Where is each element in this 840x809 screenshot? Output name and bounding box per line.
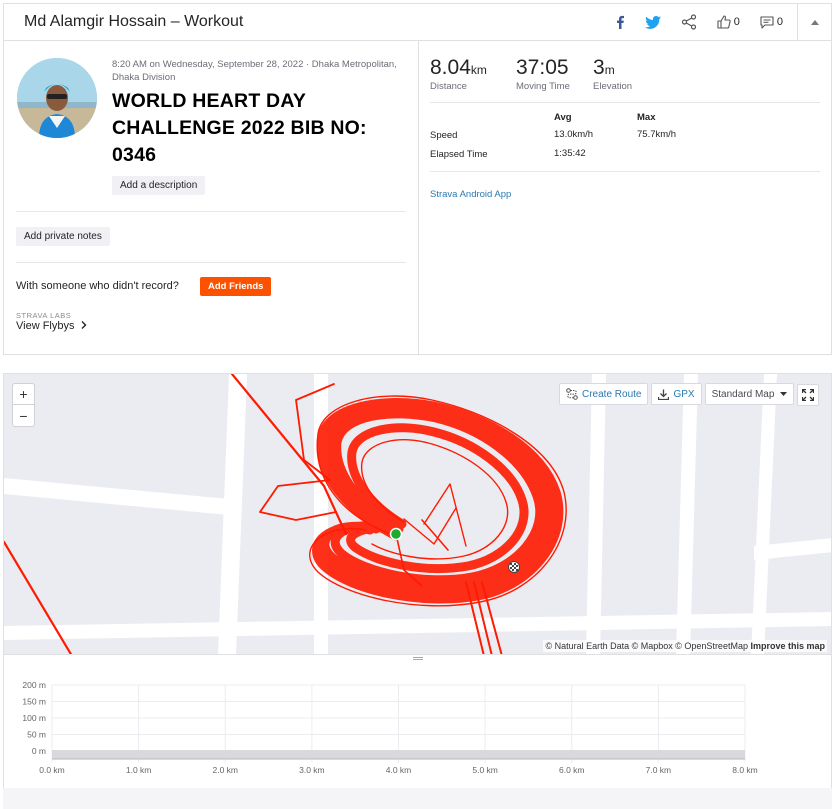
thumbs-up-icon (717, 15, 731, 29)
distance-unit: km (470, 63, 487, 77)
speed-label: Speed (430, 130, 458, 141)
kudos-count: 0 (733, 16, 740, 28)
twitter-icon (644, 15, 661, 29)
avatar-photo (17, 58, 97, 138)
map-type-label: Standard Map (711, 388, 775, 400)
chevron-right-icon (81, 321, 87, 329)
activity-details: 8:20 AM on Wednesday, September 28, 2022… (4, 41, 419, 354)
divider (16, 262, 406, 263)
with-someone-text: With someone who didn't record? (16, 280, 179, 292)
map-toolbar: Create Route GPX Standard Map (559, 383, 795, 405)
distance-value: 8.04 (430, 56, 471, 79)
speed-max: 75.7km/h (637, 129, 677, 140)
elevation-label: Elevation (593, 81, 633, 92)
x-tick-label: 0.0 km (39, 765, 65, 775)
facebook-icon (616, 15, 624, 29)
stat-distance: 8.04km Distance (430, 56, 487, 92)
athlete-avatar[interactable] (17, 58, 97, 138)
avg-header: Avg (554, 112, 572, 123)
y-tick-label: 200 m (22, 680, 46, 690)
twitter-share-button[interactable] (635, 4, 671, 40)
stat-elevation: 3m Elevation (593, 56, 632, 92)
divider (430, 171, 820, 172)
distance-label: Distance (430, 81, 467, 92)
device-link[interactable]: Strava Android App (430, 189, 511, 200)
add-description-button[interactable]: Add a description (112, 176, 206, 195)
elevation-unit: m (604, 63, 615, 77)
stat-moving-time: 37:05 Moving Time (516, 56, 570, 92)
collapse-header-button[interactable] (797, 4, 831, 40)
view-flybys-label: View Flybys (16, 320, 75, 332)
page-title: Md Alamgir Hossain – Workout (24, 13, 244, 30)
x-tick-label: 8.0 km (732, 765, 758, 775)
elevation-y-axis: 200 m 150 m 100 m 50 m 0 m (22, 680, 46, 756)
elevation-x-axis: 0.0 km 1.0 km 2.0 km 3.0 km 4.0 km 5.0 km 6.0 … (39, 765, 758, 775)
moving-time-label: Moving Time (516, 81, 570, 92)
add-private-notes-button[interactable]: Add private notes (16, 227, 110, 246)
elapsed-time-label: Elapsed Time (430, 149, 488, 160)
divider (430, 102, 820, 103)
download-icon (658, 389, 670, 400)
x-tick-label: 5.0 km (472, 765, 498, 775)
route-icon (566, 388, 578, 400)
resize-handle[interactable] (3, 655, 832, 663)
x-tick-label: 4.0 km (386, 765, 412, 775)
max-header: Max (637, 112, 656, 123)
elevation-profile (52, 750, 745, 759)
route-track (4, 374, 567, 654)
zoom-in-button[interactable]: + (13, 384, 34, 405)
zoom-control: + − (12, 383, 35, 427)
divider (16, 211, 406, 212)
create-route-label: Create Route (582, 388, 642, 400)
x-tick-label: 7.0 km (646, 765, 672, 775)
activity-stats: 8.04km Distance 37:05 Moving Time 3m Ele… (430, 41, 822, 354)
improve-map-link[interactable]: Improve this map (750, 641, 825, 651)
activity-summary: 8:20 AM on Wednesday, September 28, 2022… (3, 41, 832, 355)
comments-button[interactable]: 0 (750, 4, 793, 40)
x-tick-label: 6.0 km (559, 765, 585, 775)
attribution-text: © Natural Earth Data © Mapbox © OpenStre… (545, 641, 751, 651)
elevation-value: 3 (593, 56, 605, 79)
x-tick-label: 2.0 km (212, 765, 238, 775)
route-loops-dense (312, 398, 564, 604)
elapsed-time-value: 1:35:42 (554, 148, 586, 159)
gpx-download-button[interactable]: GPX (651, 383, 702, 405)
y-tick-label: 100 m (22, 713, 46, 723)
activity-meta: 8:20 AM on Wednesday, September 28, 2022… (112, 59, 397, 83)
y-tick-label: 0 m (32, 746, 46, 756)
header-actions: 0 0 (605, 4, 831, 40)
facebook-share-button[interactable] (605, 4, 635, 40)
bottom-strip (3, 788, 832, 809)
moving-time-value: 37:05 (516, 56, 569, 79)
y-tick-label: 50 m (27, 730, 46, 740)
x-tick-label: 1.0 km (126, 765, 152, 775)
route-map[interactable]: + − Create Route GPX Standard Map © Natu… (3, 373, 832, 655)
activity-title: WORLD HEART DAY CHALLENGE 2022 BIB NO: 0… (112, 90, 367, 166)
comments-count: 0 (776, 16, 783, 28)
fullscreen-icon (802, 389, 814, 401)
share-button[interactable] (671, 4, 707, 40)
zoom-out-button[interactable]: − (13, 405, 34, 426)
gpx-label: GPX (673, 388, 695, 400)
speed-avg: 13.0km/h (554, 129, 594, 140)
create-route-button[interactable]: Create Route (559, 383, 649, 405)
map-attribution: © Natural Earth Data © Mapbox © OpenStre… (543, 640, 827, 652)
y-tick-label: 150 m (22, 697, 46, 707)
map-type-select[interactable]: Standard Map (704, 383, 795, 405)
caret-down-icon (780, 392, 788, 396)
activity-header: Md Alamgir Hossain – Workout 0 0 (3, 3, 832, 41)
start-marker[interactable] (389, 527, 403, 541)
share-icon (681, 14, 696, 30)
chevron-up-icon (810, 19, 819, 25)
kudos-button[interactable]: 0 (707, 4, 750, 40)
add-friends-button[interactable]: Add Friends (200, 277, 272, 296)
fullscreen-button[interactable] (797, 384, 819, 406)
map-canvas[interactable] (4, 374, 832, 655)
grip-icon (413, 657, 423, 660)
finish-marker[interactable] (508, 561, 520, 573)
view-flybys-link[interactable]: View Flybys (16, 320, 87, 332)
comment-icon (760, 15, 774, 29)
strava-labs-label: STRAVA LABS (16, 311, 72, 320)
x-tick-label: 3.0 km (299, 765, 325, 775)
